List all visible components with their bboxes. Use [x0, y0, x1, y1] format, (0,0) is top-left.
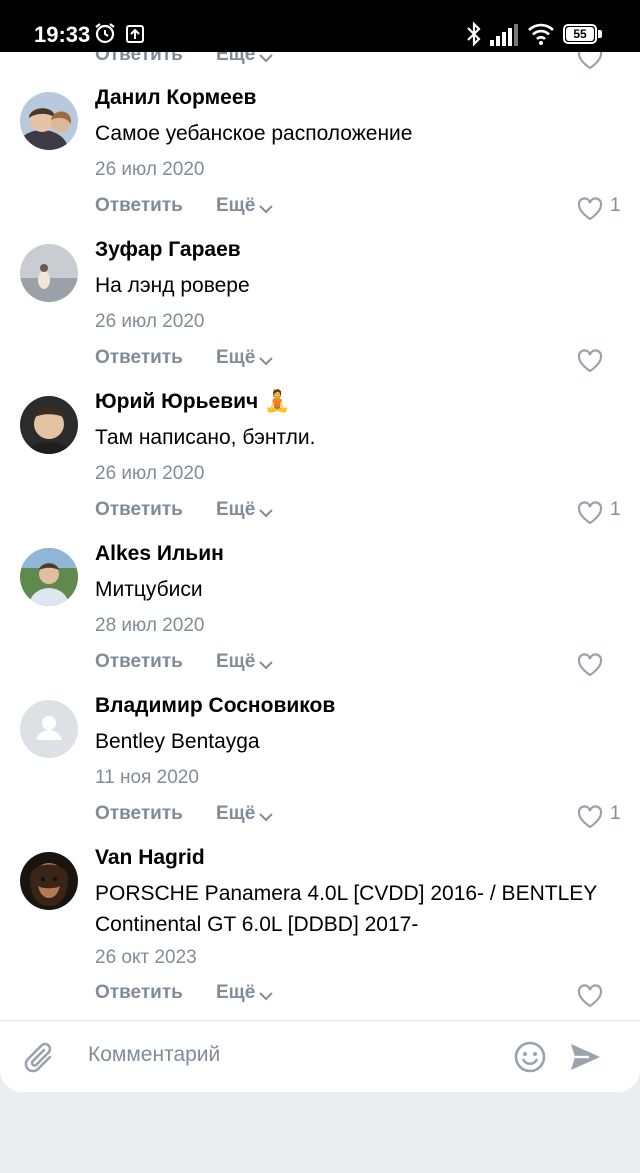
more-button[interactable]: Ещё [216, 651, 255, 673]
comment-actions: Ответить Ещё 1 [0, 499, 640, 529]
avatar[interactable] [20, 92, 78, 150]
author-name[interactable]: Юрий Юрьевич 🧘 [95, 390, 290, 414]
author-name[interactable]: Alkes Ильин [95, 542, 224, 566]
reply-button[interactable]: Ответить [95, 499, 183, 521]
comment-actions: Ответить Ещё [0, 982, 640, 1012]
author-name[interactable]: Владимир Сосновиков [95, 694, 335, 718]
comment-date: 26 окт 2023 [95, 947, 197, 968]
comment-actions: Ответить Ещё [0, 347, 640, 377]
upload-icon [126, 25, 144, 43]
reply-button[interactable]: Ответить [95, 195, 183, 217]
reply-button[interactable]: Ответить [95, 52, 183, 66]
more-button[interactable]: Ещё [216, 195, 255, 217]
avatar[interactable] [20, 548, 78, 606]
reply-button[interactable]: Ответить [95, 803, 183, 825]
avatar[interactable] [20, 700, 78, 758]
status-time: 19:33 [34, 22, 91, 47]
comment-date: 26 июл 2020 [95, 159, 205, 180]
chevron-down-icon [259, 509, 273, 518]
paperclip-icon[interactable] [22, 1039, 58, 1077]
more-button[interactable]: Ещё [216, 52, 255, 66]
battery-icon: 55 [563, 24, 603, 44]
heart-icon[interactable] [577, 52, 603, 70]
more-button[interactable]: Ещё [216, 982, 255, 1004]
bluetooth-icon [467, 21, 481, 47]
comment-item: Зуфар Гараев На лэнд ровере 26 июл 2020 … [0, 238, 640, 396]
like-count: 1 [610, 803, 621, 824]
heart-icon[interactable] [577, 653, 603, 677]
comment-text: Самое уебанское расположение [95, 122, 413, 145]
reply-button[interactable]: Ответить [95, 982, 183, 1004]
previous-comment-actions: Ответить Ещё [0, 52, 640, 70]
author-name[interactable]: Зуфар Гараев [95, 238, 241, 262]
comment-text: Митцубиси [95, 578, 203, 601]
more-button[interactable]: Ещё [216, 499, 255, 521]
like-count: 1 [610, 499, 621, 520]
like-count: 1 [610, 195, 621, 216]
more-button[interactable]: Ещё [216, 347, 255, 369]
avatar[interactable] [20, 244, 78, 302]
author-name[interactable]: Данил Кормеев [95, 86, 256, 110]
comment-text: PORSCHE Panamera 4.0L [CVDD] 2016- / BEN… [95, 882, 597, 936]
reply-button[interactable]: Ответить [95, 651, 183, 673]
signal-icon [490, 24, 518, 46]
chevron-down-icon [259, 205, 273, 214]
chevron-down-icon [259, 661, 273, 670]
comment-text: Bentley Bentayga [95, 730, 260, 753]
comment-composer: Комментарий [0, 1020, 640, 1092]
comment-date: 28 июл 2020 [95, 615, 205, 636]
author-name[interactable]: Van Hagrid [95, 846, 205, 870]
comment-item: Владимир Сосновиков Bentley Bentayga 11 … [0, 694, 640, 852]
comment-input[interactable]: Комментарий [88, 1043, 220, 1067]
comment-item: Данил Кормеев Самое уебанское расположен… [0, 86, 640, 244]
comment-item: Alkes Ильин Митцубиси 28 июл 2020 Ответи… [0, 542, 640, 700]
avatar[interactable] [20, 852, 78, 910]
heart-icon[interactable] [577, 984, 603, 1008]
comment-date: 26 июл 2020 [95, 463, 205, 484]
send-icon[interactable] [568, 1041, 602, 1073]
chevron-down-icon [259, 54, 273, 63]
wifi-icon [528, 23, 554, 45]
heart-icon[interactable] [577, 197, 603, 221]
more-button[interactable]: Ещё [216, 803, 255, 825]
alarm-icon [95, 23, 115, 44]
comment-text: На лэнд ровере [95, 274, 250, 297]
chevron-down-icon [259, 992, 273, 1001]
comment-item: Van Hagrid PORSCHE Panamera 4.0L [CVDD] … [0, 846, 640, 1020]
battery-level: 55 [566, 27, 594, 41]
status-bar: 19:33 55 [0, 0, 640, 52]
smile-icon[interactable] [514, 1041, 546, 1073]
comment-item: Юрий Юрьевич 🧘 Там написано, бэнтли. 26 … [0, 390, 640, 548]
comment-date: 11 ноя 2020 [95, 767, 199, 788]
heart-icon[interactable] [577, 501, 603, 525]
heart-icon[interactable] [577, 805, 603, 829]
chevron-down-icon [259, 813, 273, 822]
comment-text: Там написано, бэнтли. [95, 426, 316, 449]
comment-actions: Ответить Ещё 1 [0, 803, 640, 833]
chevron-down-icon [259, 357, 273, 366]
comment-actions: Ответить Ещё 1 [0, 195, 640, 225]
comments-feed[interactable]: Ответить Ещё Данил Кормеев Самое уебанск… [0, 52, 640, 1020]
comment-actions: Ответить Ещё [0, 651, 640, 681]
reply-button[interactable]: Ответить [95, 347, 183, 369]
avatar[interactable] [20, 396, 78, 454]
heart-icon[interactable] [577, 349, 603, 373]
comment-date: 26 июл 2020 [95, 311, 205, 332]
